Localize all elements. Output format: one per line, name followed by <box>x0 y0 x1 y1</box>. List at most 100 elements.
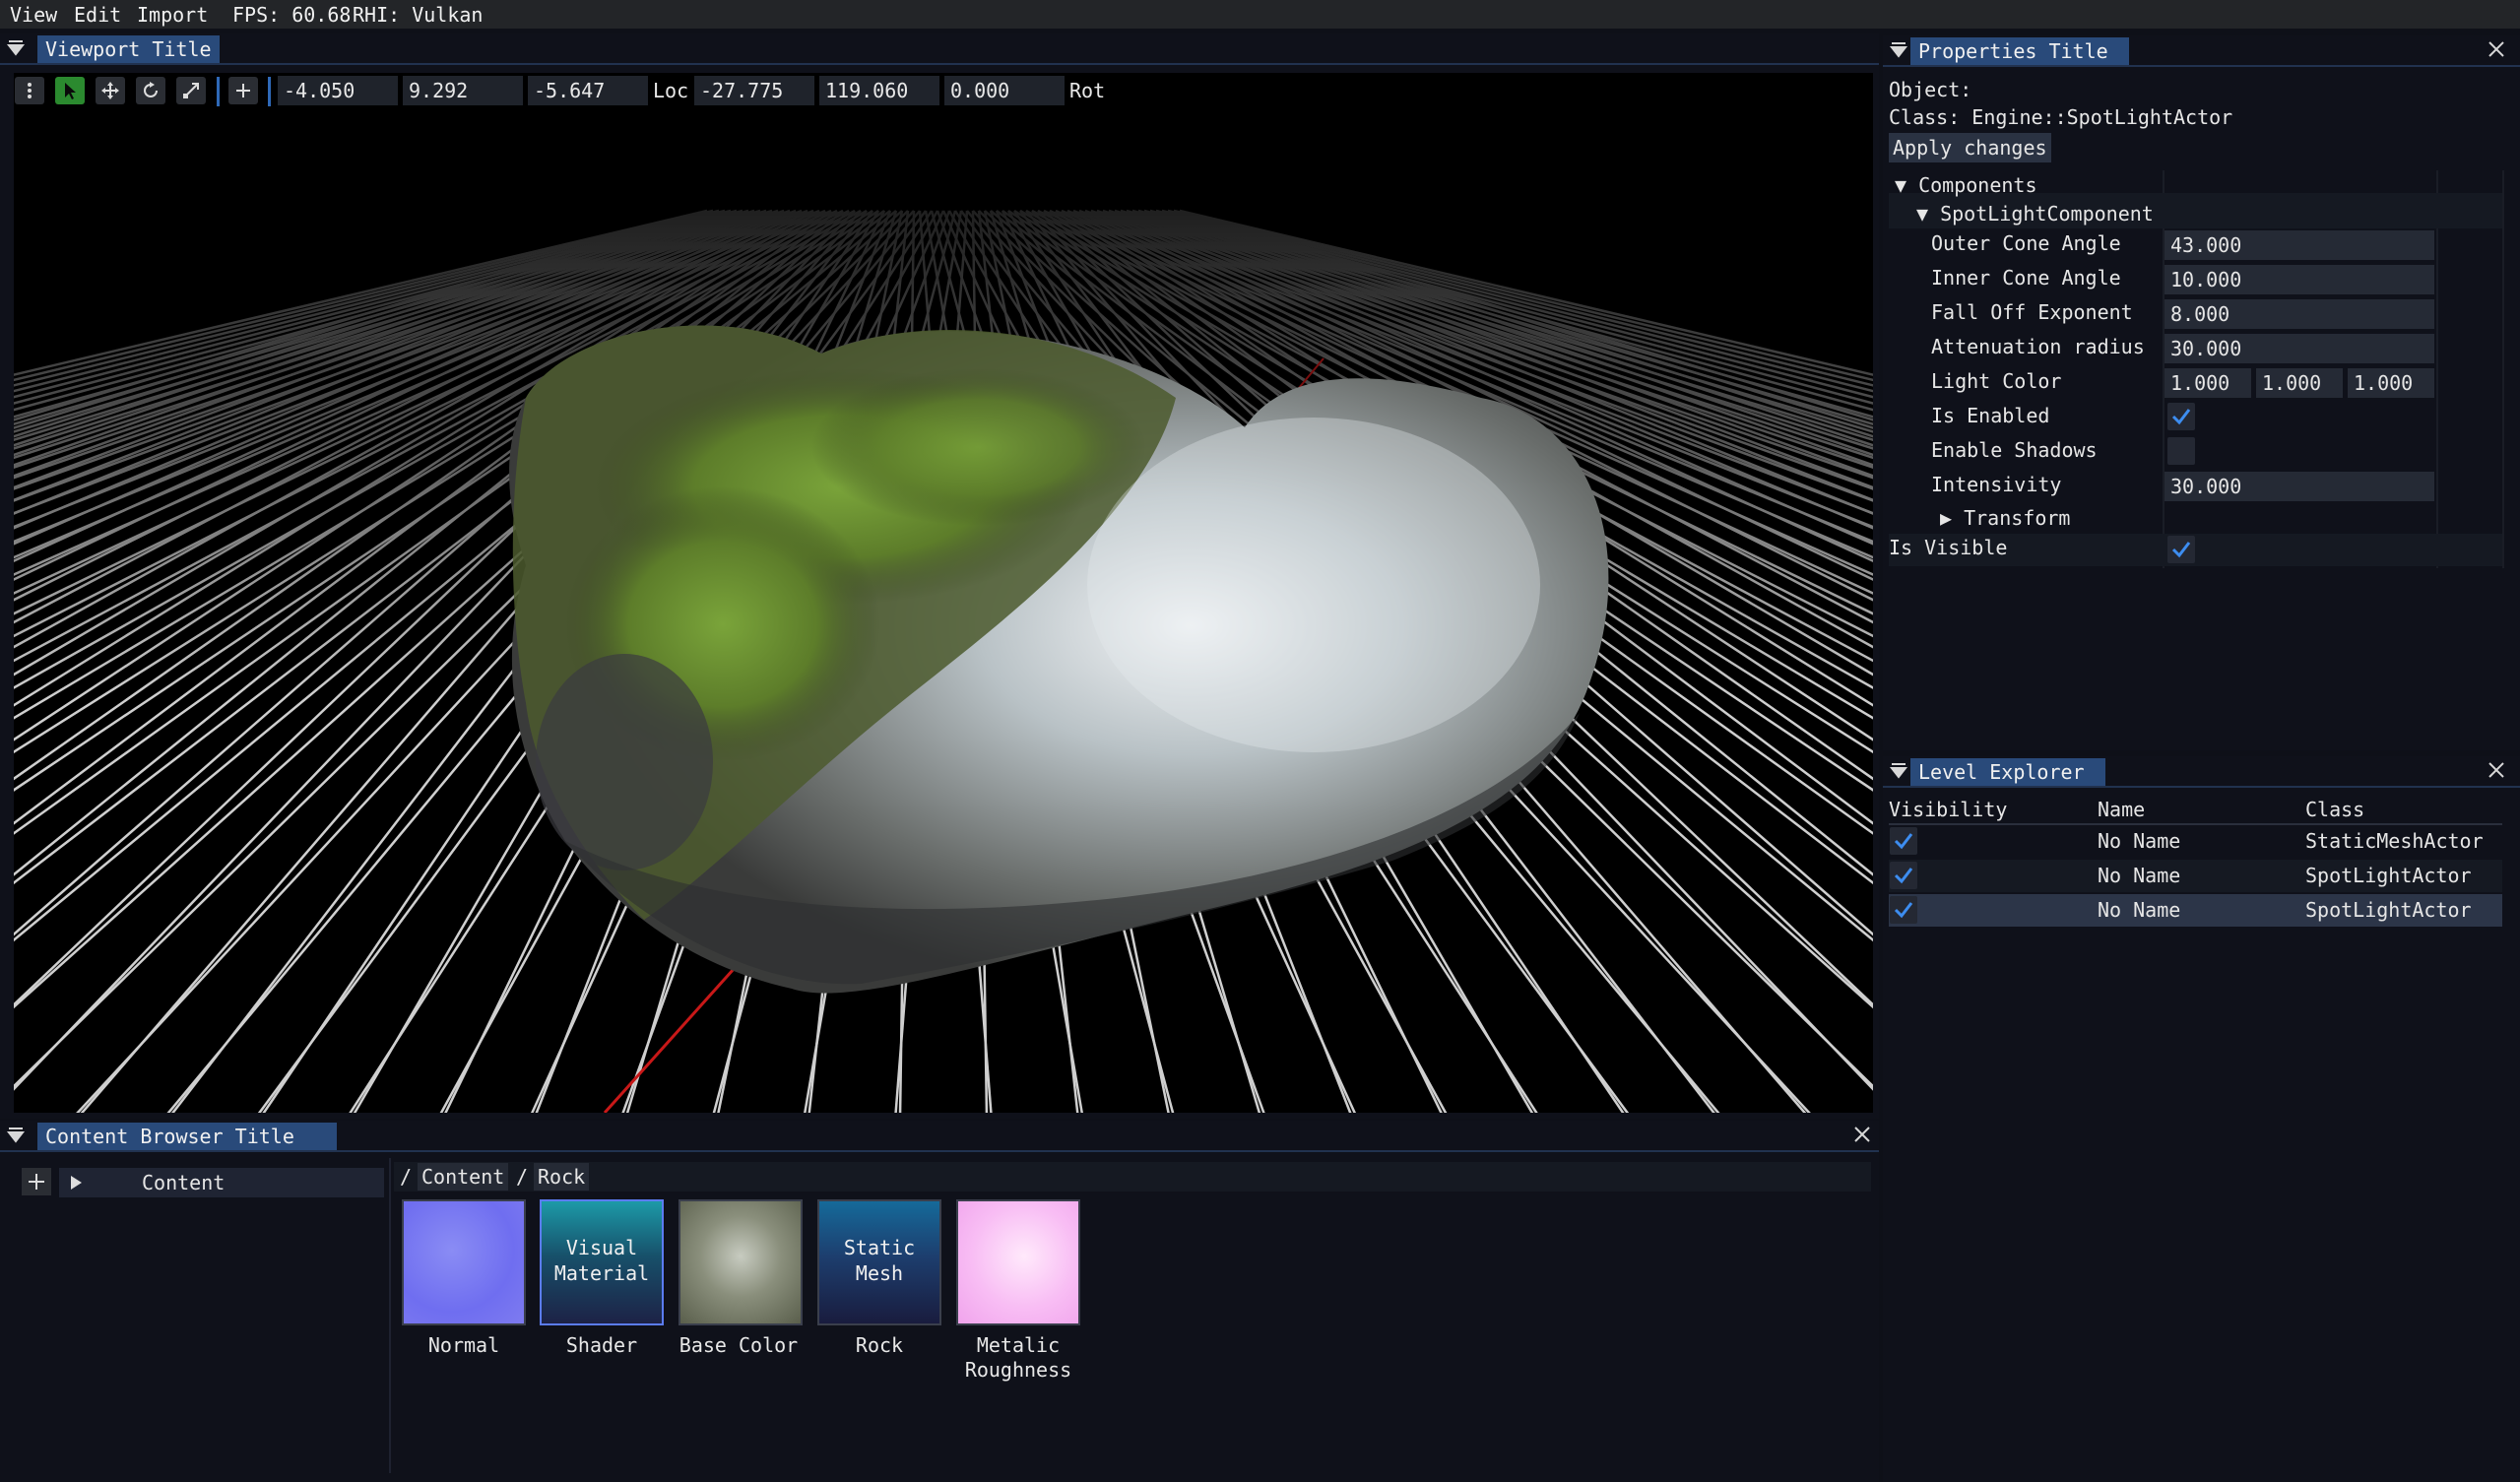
spotlight-component-node[interactable]: ▼ SpotLightComponent <box>1916 202 2154 226</box>
light-color-g-field[interactable]: 1.000 <box>2256 368 2343 398</box>
collapse-icon[interactable] <box>1889 40 1908 60</box>
add-folder-button[interactable] <box>22 1168 51 1195</box>
normal-map-thumbnail[interactable] <box>402 1199 526 1325</box>
components-tree-node[interactable]: ▼ Components <box>1895 173 2037 197</box>
fps-readout: FPS: 60.68 <box>232 3 352 27</box>
spotlight-component-label: SpotLightComponent <box>1940 202 2154 226</box>
roughness-thumbnail[interactable] <box>956 1199 1080 1325</box>
menu-bar: View Edit Import FPS: 60.68 RHI: Vulkan <box>0 0 2520 29</box>
menu-edit[interactable]: Edit <box>74 3 121 27</box>
light-color-label: Light Color <box>1931 369 2062 393</box>
texture-thumbnail[interactable] <box>678 1199 803 1325</box>
toolbar-separator <box>268 77 271 106</box>
breadcrumb-content[interactable]: Content <box>418 1163 509 1191</box>
rotation-x-field[interactable]: -27.775 <box>694 76 814 105</box>
menu-import[interactable]: Import <box>137 3 208 27</box>
location-z-field[interactable]: -5.647 <box>528 76 648 105</box>
transform-tree-node[interactable]: ▶ Transform <box>1940 506 2070 530</box>
table-row[interactable]: No Name StaticMeshActor <box>1889 825 2502 858</box>
add-icon[interactable] <box>228 77 258 104</box>
intensity-field[interactable]: 30.000 <box>2165 472 2434 501</box>
collapse-icon[interactable] <box>1889 761 1908 781</box>
menu-view[interactable]: View <box>10 3 57 27</box>
content-browser-title-tab[interactable]: Content Browser Title <box>37 1123 337 1150</box>
tree-item-label: Content <box>142 1171 226 1194</box>
inner-cone-label: Inner Cone Angle <box>1931 266 2121 290</box>
shader-thumbnail[interactable]: Visual Material <box>540 1199 664 1325</box>
attenuation-label: Attenuation radius <box>1931 335 2145 358</box>
is-enabled-checkbox[interactable] <box>2167 403 2195 430</box>
close-icon[interactable] <box>2486 759 2507 781</box>
inner-cone-field[interactable]: 10.000 <box>2165 265 2434 294</box>
checkmark-icon <box>1894 868 1913 884</box>
scale-icon[interactable] <box>176 77 206 104</box>
falloff-field[interactable]: 8.000 <box>2165 299 2434 329</box>
outer-cone-field[interactable]: 43.000 <box>2165 230 2434 260</box>
enable-shadows-checkbox[interactable] <box>2167 437 2195 465</box>
falloff-label: Fall Off Exponent <box>1931 300 2133 324</box>
rotation-label: Rot <box>1069 79 1106 102</box>
is-enabled-label: Is Enabled <box>1931 404 2050 427</box>
mesh-thumbnail[interactable]: Static Mesh <box>817 1199 941 1325</box>
checkmark-icon <box>2171 542 2191 558</box>
transform-label: Transform <box>1964 506 2071 530</box>
close-icon[interactable] <box>1851 1124 1873 1145</box>
column-divider <box>2436 170 2438 568</box>
breadcrumb: / Content / Rock <box>394 1162 1871 1192</box>
enable-shadows-label: Enable Shadows <box>1931 438 2098 462</box>
properties-titlebar: Properties Title <box>1883 35 2520 67</box>
collapse-icon[interactable] <box>6 38 26 58</box>
breadcrumb-separator: / <box>516 1165 529 1189</box>
attenuation-field[interactable]: 30.000 <box>2165 334 2434 363</box>
tree-item-content[interactable]: Content <box>59 1168 384 1197</box>
visibility-checkbox[interactable] <box>1890 896 1917 924</box>
checkmark-icon <box>1894 833 1913 850</box>
asset-label: Base Color <box>678 1333 799 1357</box>
content-browser-divider <box>389 1158 391 1473</box>
rotation-z-field[interactable]: 0.000 <box>944 76 1065 105</box>
components-label: Components <box>1918 173 2037 197</box>
viewport-title-tab[interactable]: Viewport Title <box>37 35 220 63</box>
select-arrow-icon[interactable] <box>55 77 85 104</box>
outer-cone-label: Outer Cone Angle <box>1931 231 2121 255</box>
expand-arrow-icon[interactable] <box>67 1174 85 1192</box>
table-row[interactable]: No Name SpotLightActor <box>1889 860 2502 892</box>
actor-class: StaticMeshActor <box>2305 829 2484 853</box>
checkmark-icon <box>2171 409 2191 425</box>
light-color-r-field[interactable]: 1.000 <box>2165 368 2251 398</box>
checkmark-icon <box>1894 902 1913 919</box>
level-explorer-title-tab[interactable]: Level Explorer <box>1910 758 2105 786</box>
column-header-class[interactable]: Class <box>2305 798 2364 821</box>
light-color-b-field[interactable]: 1.000 <box>2348 368 2434 398</box>
intensity-label: Intensivity <box>1931 473 2062 496</box>
asset-label: Shader <box>565 1333 638 1357</box>
visibility-checkbox[interactable] <box>1890 827 1917 855</box>
level-explorer-titlebar: Level Explorer <box>1883 756 2520 788</box>
actor-name: No Name <box>2098 864 2181 887</box>
close-icon[interactable] <box>2486 38 2507 60</box>
rotation-y-field[interactable]: 119.060 <box>819 76 939 105</box>
location-y-field[interactable]: 9.292 <box>403 76 523 105</box>
apply-changes-button[interactable]: Apply changes <box>1889 133 2051 162</box>
rhi-readout: RHI: Vulkan <box>353 3 484 27</box>
location-x-field[interactable]: -4.050 <box>278 76 398 105</box>
is-visible-label: Is Visible <box>1889 536 2008 559</box>
rotate-icon[interactable] <box>136 77 165 104</box>
breadcrumb-rock[interactable]: Rock <box>534 1163 590 1191</box>
collapse-icon[interactable] <box>6 1126 26 1145</box>
column-header-name[interactable]: Name <box>2098 798 2145 821</box>
column-header-visibility[interactable]: Visibility <box>1889 798 2007 821</box>
menu-dots-icon[interactable] <box>15 77 44 104</box>
asset-label: Rock <box>855 1333 904 1357</box>
viewport-titlebar: Viewport Title <box>0 33 1879 65</box>
breadcrumb-separator: / <box>400 1165 413 1189</box>
table-row-selected[interactable]: No Name SpotLightActor <box>1889 894 2502 927</box>
mesh-thumbnail-text: Static Mesh <box>843 1236 916 1285</box>
visibility-checkbox[interactable] <box>1890 862 1917 889</box>
move-icon[interactable] <box>96 77 125 104</box>
properties-title-tab[interactable]: Properties Title <box>1910 37 2129 65</box>
is-visible-checkbox[interactable] <box>2167 536 2195 563</box>
content-browser-titlebar: Content Browser Title <box>0 1121 1879 1152</box>
viewport-canvas[interactable] <box>14 73 1873 1113</box>
object-label: Object: <box>1889 78 1972 101</box>
